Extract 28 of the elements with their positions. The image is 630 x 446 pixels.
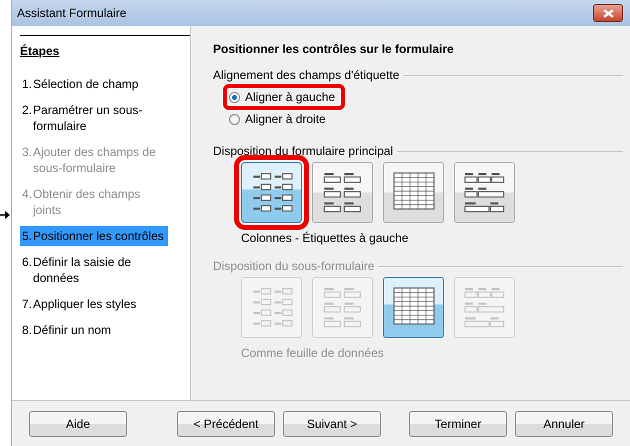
- help-button[interactable]: Aide: [29, 410, 127, 436]
- step-item[interactable]: 8.Définir un nom: [20, 320, 168, 340]
- section-title: Disposition du formulaire principal: [213, 144, 394, 158]
- step-item[interactable]: 6.Définir la saisie de données: [20, 252, 168, 288]
- step-item[interactable]: 1.Sélection de champ: [20, 74, 168, 94]
- section-title: Disposition du sous-formulaire: [213, 259, 374, 273]
- step-item: 4.Obtenir des champs joints: [21, 186, 142, 219]
- layout-caption: Colonnes - Étiquettes à gauche: [240, 230, 410, 247]
- radio-option[interactable]: Aligner à gauche: [223, 84, 346, 110]
- layout-button[interactable]: [383, 162, 444, 223]
- dialog-button[interactable]: Terminer: [409, 410, 507, 436]
- pointer-arrow-icon: [0, 211, 10, 219]
- layout-button[interactable]: [312, 162, 373, 223]
- layout-button[interactable]: [454, 162, 515, 223]
- close-icon: [602, 8, 614, 18]
- step-item[interactable]: 7.Appliquer les styles: [20, 294, 168, 314]
- step-item: 3.Ajouter des champs de sous-formulaire: [21, 144, 157, 177]
- layout-caption: Comme feuille de données: [240, 345, 385, 362]
- step-item[interactable]: 2.Paramétrer un sous-formulaire: [20, 100, 168, 136]
- dialog-button[interactable]: < Précédent: [177, 410, 275, 436]
- sidebar-heading: Étapes: [20, 35, 190, 74]
- close-button[interactable]: [593, 4, 623, 22]
- step-item[interactable]: 5.Positionner les contrôles: [20, 226, 168, 246]
- window-title: Assistant Formulaire: [17, 6, 126, 20]
- page-title: Positionner les contrôles sur le formulaire: [213, 42, 455, 58]
- dialog-button[interactable]: Suivant >: [283, 410, 381, 436]
- section-title: Alignement des champs d'étiquette: [213, 68, 400, 82]
- dialog-button[interactable]: Annuler: [515, 410, 613, 436]
